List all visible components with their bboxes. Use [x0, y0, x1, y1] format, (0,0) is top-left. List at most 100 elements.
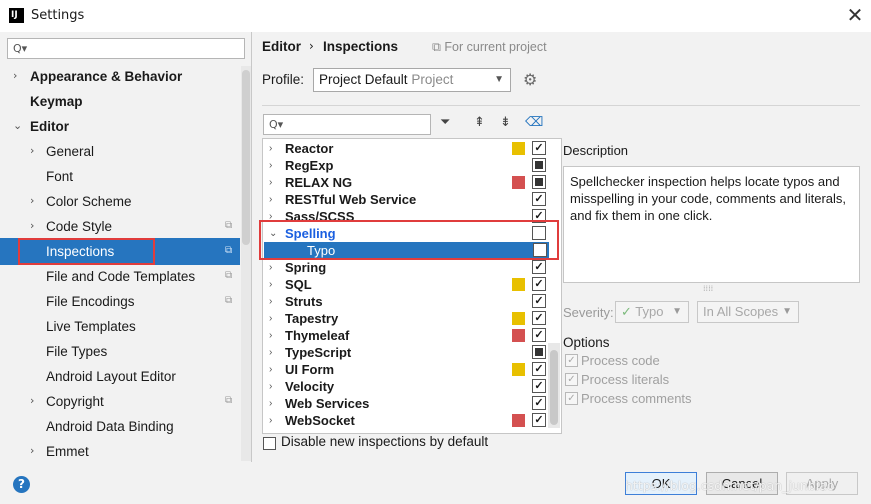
inspection-checkbox[interactable]: ✓: [532, 141, 546, 155]
inspection-label: Thymeleaf: [285, 328, 350, 343]
chevron-right-icon[interactable]: ›: [269, 378, 272, 395]
help-icon[interactable]: ?: [13, 476, 30, 493]
inspection-label: Struts: [285, 294, 323, 309]
chevron-right-icon[interactable]: ›: [13, 69, 17, 82]
inspection-checkbox[interactable]: [532, 175, 546, 189]
inspection-checkbox[interactable]: ✓: [532, 328, 546, 342]
sidebar-search-input[interactable]: Q▾: [7, 38, 245, 59]
project-scope-icon: ⧉: [225, 245, 233, 256]
sidebar-item-file-types[interactable]: File Types: [46, 339, 107, 364]
sidebar-item-inspections[interactable]: Inspections: [46, 239, 114, 264]
chevron-right-icon[interactable]: ›: [269, 259, 272, 276]
inspection-checkbox[interactable]: ✓: [532, 294, 546, 308]
inspection-row[interactable]: › Thymeleaf ✓: [263, 327, 549, 344]
chevron-right-icon[interactable]: ›: [269, 412, 272, 429]
inspection-row[interactable]: › SQL ✓: [263, 276, 549, 293]
sidebar-item-code-style[interactable]: Code Style: [46, 214, 112, 239]
inspection-checkbox[interactable]: ✓: [532, 396, 546, 410]
scope-value: In All Scopes: [703, 304, 779, 319]
sidebar-item-file-and-code-templates[interactable]: File and Code Templates: [46, 264, 195, 289]
collapse-all-icon[interactable]: ⇟: [500, 115, 511, 130]
sidebar-scroll-thumb[interactable]: [242, 70, 250, 245]
severity-color-swatch: [512, 414, 525, 427]
chevron-right-icon[interactable]: ›: [269, 174, 272, 191]
gear-icon[interactable]: ⚙: [523, 70, 537, 89]
chevron-right-icon[interactable]: ›: [269, 191, 272, 208]
scope-select[interactable]: In All Scopes ▼: [697, 301, 799, 323]
inspection-checkbox[interactable]: ✓: [532, 413, 546, 427]
chevron-right-icon[interactable]: ›: [30, 194, 34, 207]
checkbox[interactable]: ✓: [565, 373, 578, 386]
chevron-right-icon[interactable]: ›: [269, 344, 272, 361]
sidebar-item-live-templates[interactable]: Live Templates: [46, 314, 136, 339]
inspection-checkbox[interactable]: [532, 158, 546, 172]
sidebar-item-android-data-binding[interactable]: Android Data Binding: [46, 414, 174, 439]
profile-select[interactable]: Project Default Project ▼: [313, 68, 511, 92]
chevron-down-icon[interactable]: ⌄: [13, 119, 22, 132]
chevron-right-icon[interactable]: ›: [269, 293, 272, 310]
eraser-icon[interactable]: ⌫: [525, 115, 543, 130]
chevron-right-icon[interactable]: ›: [30, 444, 34, 457]
resize-grip[interactable]: ⁞⁞⁞⁞: [703, 284, 713, 293]
sidebar-item-general[interactable]: General: [46, 139, 94, 164]
close-icon[interactable]: ✕: [842, 2, 868, 28]
chevron-down-icon: ▼: [494, 74, 504, 85]
inspection-checkbox[interactable]: ✓: [532, 362, 546, 376]
chevron-right-icon[interactable]: ›: [269, 157, 272, 174]
inspection-checkbox[interactable]: ✓: [532, 379, 546, 393]
inspection-row[interactable]: › TypeScript: [263, 344, 549, 361]
chevron-right-icon[interactable]: ›: [269, 395, 272, 412]
chevron-right-icon[interactable]: ›: [269, 276, 272, 293]
inspection-row[interactable]: › Velocity ✓: [263, 378, 549, 395]
inspection-row[interactable]: › UI Form ✓: [263, 361, 549, 378]
search-icon: Q▾: [13, 42, 28, 55]
chevron-right-icon[interactable]: ›: [30, 144, 34, 157]
checkbox[interactable]: ✓: [565, 354, 578, 367]
inspection-row[interactable]: › Spring ✓: [263, 259, 549, 276]
checkbox[interactable]: ✓: [565, 392, 578, 405]
sidebar-item-copyright[interactable]: Copyright: [46, 389, 104, 414]
window-title: Settings: [31, 8, 85, 23]
inspection-row[interactable]: › Tapestry ✓: [263, 310, 549, 327]
annotation-box-spelling: [259, 220, 559, 260]
inspection-row[interactable]: › Web Services ✓: [263, 395, 549, 412]
chevron-right-icon[interactable]: ›: [269, 361, 272, 378]
inspection-row[interactable]: › Struts ✓: [263, 293, 549, 310]
sidebar-item-keymap[interactable]: Keymap: [30, 89, 83, 114]
sidebar-item-android-layout-editor[interactable]: Android Layout Editor: [46, 364, 176, 389]
sidebar-item-appearance-behavior[interactable]: Appearance & Behavior: [30, 64, 182, 89]
inspection-tree[interactable]: › Reactor ✓ › RegExp › RELAX NG › RESTful Web Se…: [262, 138, 562, 434]
chevron-right-icon[interactable]: ›: [269, 327, 272, 344]
panel-divider[interactable]: [251, 32, 252, 462]
inspection-row[interactable]: › RESTful Web Service ✓: [263, 191, 549, 208]
sidebar-item-font[interactable]: Font: [46, 164, 73, 189]
breadcrumb-scope: ⧉ For current project: [432, 40, 547, 55]
inspection-checkbox[interactable]: ✓: [532, 311, 546, 325]
sidebar-item-color-scheme[interactable]: Color Scheme: [46, 189, 132, 214]
inspection-row[interactable]: › RELAX NG: [263, 174, 549, 191]
inspection-checkbox[interactable]: ✓: [532, 277, 546, 291]
inspection-checkbox[interactable]: ✓: [532, 192, 546, 206]
filter-icon[interactable]: ⏷: [440, 115, 450, 130]
disable-new-checkbox[interactable]: [263, 437, 276, 450]
tree-scroll-thumb[interactable]: [550, 350, 558, 425]
sidebar-item-editor[interactable]: Editor: [30, 114, 69, 139]
options-title: Options: [563, 335, 610, 350]
severity-select[interactable]: ✓ Typo ▼: [615, 301, 689, 323]
inspection-search-input[interactable]: Q▾: [263, 114, 431, 135]
chevron-right-icon[interactable]: ›: [269, 310, 272, 327]
chevron-right-icon[interactable]: ›: [30, 394, 34, 407]
sidebar-item-emmet[interactable]: Emmet: [46, 439, 89, 464]
chevron-right-icon[interactable]: ›: [269, 140, 272, 157]
inspection-row[interactable]: › RegExp: [263, 157, 549, 174]
description-title: Description: [563, 143, 629, 158]
inspection-row[interactable]: › WebSocket ✓: [263, 412, 549, 429]
expand-all-icon[interactable]: ⇞: [474, 115, 485, 130]
inspection-label: WebSocket: [285, 413, 355, 428]
chevron-right-icon[interactable]: ›: [30, 219, 34, 232]
inspection-row[interactable]: › Reactor ✓: [263, 140, 549, 157]
sidebar-item-file-encodings[interactable]: File Encodings: [46, 289, 135, 314]
inspection-checkbox[interactable]: [532, 345, 546, 359]
inspection-label: RESTful Web Service: [285, 192, 417, 207]
inspection-checkbox[interactable]: ✓: [532, 260, 546, 274]
